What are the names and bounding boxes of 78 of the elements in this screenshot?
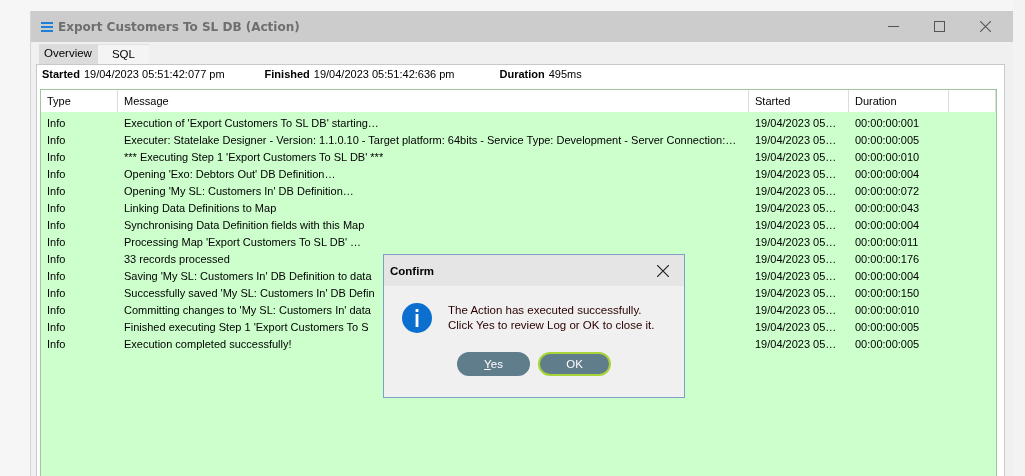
table-cell: Info bbox=[47, 286, 66, 299]
table-cell: 33 records processed bbox=[124, 252, 230, 265]
table-cell: 00:00:00:004 bbox=[855, 218, 920, 231]
tab[interactable]: SQL bbox=[97, 44, 149, 64]
field-label: Finished bbox=[264, 68, 310, 82]
table-cell: Info bbox=[47, 320, 66, 333]
table-cell: 19/04/2023 05… bbox=[755, 167, 837, 180]
table-cell: 19/04/2023 05… bbox=[755, 337, 837, 350]
table-cell: Successfully saved 'My SL: Customers In' DB Defin bbox=[124, 286, 375, 299]
table-cell: Info bbox=[47, 150, 66, 163]
table-cell: Info bbox=[47, 201, 66, 214]
table-cell: Saving 'My SL: Customers In' DB Definition to data bbox=[124, 269, 372, 282]
info-icon bbox=[401, 302, 433, 334]
table-cell: 00:00:00:010 bbox=[855, 150, 920, 163]
table-cell: Opening 'Exo: Debtors Out' DB Definition… bbox=[124, 167, 336, 180]
field-label: Duration bbox=[499, 68, 545, 82]
dialog-title: Confirm bbox=[390, 264, 435, 277]
table-cell: Info bbox=[47, 167, 66, 180]
table-cell: 19/04/2023 05… bbox=[755, 201, 837, 214]
table-cell: 00:00:00:010 bbox=[855, 303, 920, 316]
table-cell: 00:00:00:011 bbox=[855, 235, 919, 248]
field-value: 495ms bbox=[548, 68, 582, 82]
table-cell: 00:00:00:005 bbox=[855, 133, 920, 146]
table-cell: Synchronising Data Definition fields with this Map bbox=[124, 218, 365, 231]
table-cell: 00:00:00:004 bbox=[855, 167, 920, 180]
table-cell: Info bbox=[47, 252, 66, 265]
table-cell: 19/04/2023 05… bbox=[755, 116, 837, 129]
table-cell: Info bbox=[47, 235, 66, 248]
dialog-message: Click Yes to review Log or OK to close it. bbox=[448, 318, 655, 333]
table-cell: Finished executing Step 1 'Export Customers To S bbox=[124, 320, 369, 333]
table-cell: 00:00:00:150 bbox=[855, 286, 920, 299]
table-cell: Info bbox=[47, 303, 66, 316]
column-header[interactable]: Started bbox=[749, 90, 849, 112]
dialog-message: The Action has executed successfully. bbox=[448, 303, 643, 318]
table-cell: Linking Data Definitions to Map bbox=[124, 201, 277, 214]
table-cell: Opening 'My SL: Customers In' DB Definition… bbox=[124, 184, 354, 197]
column-header[interactable]: Duration bbox=[849, 90, 949, 112]
field-label: Started bbox=[42, 68, 80, 82]
table-cell: Info bbox=[47, 218, 66, 231]
table-cell: Info bbox=[47, 133, 66, 146]
maximize-icon[interactable] bbox=[934, 21, 945, 32]
table-cell: 19/04/2023 05… bbox=[755, 320, 837, 333]
column-header[interactable]: Message bbox=[118, 90, 749, 112]
table-cell: 19/04/2023 05… bbox=[755, 303, 837, 316]
table-cell: Processing Map 'Export Customers To SL DB' … bbox=[124, 235, 362, 248]
table-cell: 00:00:00:005 bbox=[855, 337, 920, 350]
table-cell: 00:00:00:005 bbox=[855, 320, 920, 333]
tab[interactable]: Overview bbox=[39, 44, 98, 64]
table-cell: Executer: Statelake Designer - Version: 1.1.0.10 - Target platform: 64bits - Service Type: Development - Server Connection:… bbox=[124, 133, 737, 146]
table-cell: Info bbox=[47, 116, 66, 129]
table-cell: 19/04/2023 05… bbox=[755, 218, 837, 231]
table-cell: 00:00:00:001 bbox=[855, 116, 920, 129]
table-cell: Execution completed successfully! bbox=[124, 337, 292, 350]
close-icon[interactable] bbox=[657, 264, 669, 277]
table-cell: 00:00:00:043 bbox=[855, 201, 920, 214]
table-cell: 19/04/2023 05… bbox=[755, 133, 837, 146]
table-cell: 19/04/2023 05… bbox=[755, 252, 837, 265]
table-cell: 19/04/2023 05… bbox=[755, 235, 837, 248]
table-cell: 19/04/2023 05… bbox=[755, 269, 837, 282]
table-cell: 00:00:00:004 bbox=[855, 269, 920, 282]
dialog-button[interactable]: OK bbox=[538, 352, 611, 376]
field-value: 19/04/2023 05:51:42:077 pm bbox=[83, 68, 225, 82]
window-title: Export Customers To SL DB (Action) bbox=[58, 19, 301, 34]
table-cell: 19/04/2023 05… bbox=[755, 150, 837, 163]
column-header[interactable]: Type bbox=[41, 90, 118, 112]
table-cell: 00:00:00:072 bbox=[855, 184, 920, 197]
table-cell: Execution of 'Export Customers To SL DB' starting… bbox=[124, 116, 379, 129]
field-value: 19/04/2023 05:51:42:636 pm bbox=[313, 68, 455, 82]
table-cell: Committing changes to 'My SL: Customers In' data bbox=[124, 303, 371, 316]
table-cell: 19/04/2023 05… bbox=[755, 286, 837, 299]
table-cell: 00:00:00:176 bbox=[855, 252, 920, 265]
table-cell: *** Executing Step 1 'Export Customers To SL DB' *** bbox=[124, 150, 384, 163]
dialog-button[interactable]: Yes bbox=[457, 352, 530, 376]
table-cell: Info bbox=[47, 184, 66, 197]
table-cell: Info bbox=[47, 337, 66, 350]
table-cell: Info bbox=[47, 269, 66, 282]
menu-icon[interactable] bbox=[41, 21, 53, 32]
table-cell: 19/04/2023 05… bbox=[755, 184, 837, 197]
